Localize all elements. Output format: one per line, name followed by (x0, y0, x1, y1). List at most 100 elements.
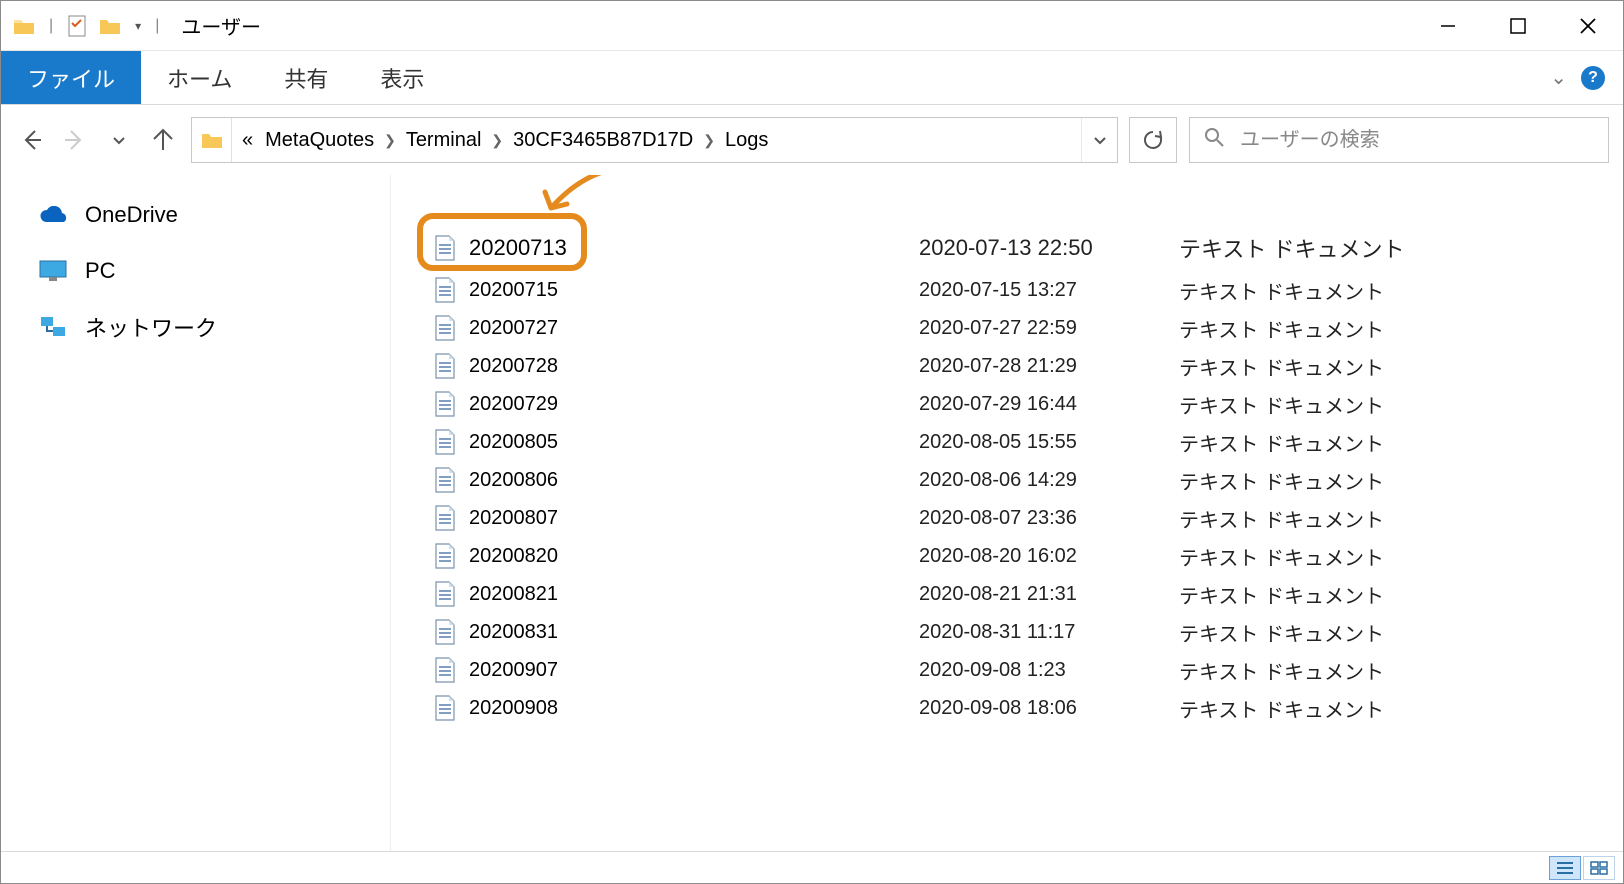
address-dropdown-icon[interactable] (1081, 118, 1117, 162)
breadcrumb-item[interactable]: 30CF3465B87D17D (513, 129, 693, 152)
titlebar: | ▾ | ユーザー (1, 1, 1623, 51)
text-document-icon (431, 580, 459, 608)
file-date: 2020-07-27 22:59 (919, 317, 1179, 340)
sidebar-item-label: ネットワーク (85, 311, 217, 343)
file-date: 2020-07-15 13:27 (919, 279, 1179, 302)
file-date: 2020-08-31 11:17 (919, 621, 1179, 644)
ribbon-tab-file[interactable]: ファイル (1, 51, 141, 104)
breadcrumb-chevron-icon[interactable]: ❯ (703, 132, 715, 149)
file-row[interactable]: 202007292020-07-29 16:44テキスト ドキュメント (431, 385, 1623, 423)
refresh-button[interactable] (1129, 117, 1177, 163)
file-name: 20200728 (469, 355, 919, 378)
pc-icon (39, 257, 67, 285)
file-row[interactable]: 202009082020-09-08 18:06テキスト ドキュメント (431, 689, 1623, 727)
ribbon-collapse-icon[interactable]: ⌄ (1550, 65, 1567, 90)
file-date: 2020-08-06 14:29 (919, 469, 1179, 492)
statusbar (1, 851, 1623, 883)
sidebar: OneDrive PC ネットワーク (1, 175, 391, 851)
file-name: 20200729 (469, 393, 919, 416)
file-row[interactable]: 202008052020-08-05 15:55テキスト ドキュメント (431, 423, 1623, 461)
ribbon-tab-file-label: ファイル (27, 62, 115, 94)
file-type: テキスト ドキュメント (1179, 542, 1384, 571)
ribbon-tab-home[interactable]: ホーム (141, 51, 258, 104)
nav-row: « MetaQuotes ❯ Terminal ❯ 30CF3465B87D17… (1, 105, 1623, 175)
file-row[interactable]: 202008202020-08-20 16:02テキスト ドキュメント (431, 537, 1623, 575)
breadcrumb-item[interactable]: Terminal (406, 129, 482, 152)
file-row[interactable]: 202008072020-08-07 23:36テキスト ドキュメント (431, 499, 1623, 537)
file-date: 2020-08-05 15:55 (919, 431, 1179, 454)
file-type: テキスト ドキュメント (1179, 428, 1384, 457)
qat-dropdown-icon[interactable]: ▾ (135, 19, 141, 33)
properties-icon[interactable] (67, 15, 89, 37)
sidebar-item-pc[interactable]: PC (1, 243, 390, 299)
file-date: 2020-07-29 16:44 (919, 393, 1179, 416)
ribbon-tab-share-label: 共有 (284, 62, 328, 94)
ribbon-tab-view[interactable]: 表示 (354, 51, 450, 104)
network-icon (39, 313, 67, 341)
file-type: テキスト ドキュメント (1179, 618, 1384, 647)
qat-separator: | (49, 17, 53, 35)
breadcrumb-item[interactable]: Logs (725, 129, 768, 152)
file-type: テキスト ドキュメント (1179, 352, 1384, 381)
text-document-icon (431, 276, 459, 304)
nav-forward-button[interactable] (59, 124, 91, 156)
window-title: ユーザー (173, 11, 261, 40)
file-date: 2020-08-21 21:31 (919, 583, 1179, 606)
text-document-icon (431, 694, 459, 722)
titlebar-separator: | (155, 17, 159, 35)
file-row[interactable]: 202007282020-07-28 21:29テキスト ドキュメント (431, 347, 1623, 385)
sidebar-item-label: OneDrive (85, 202, 178, 228)
file-row[interactable]: 202008212020-08-21 21:31テキスト ドキュメント (431, 575, 1623, 613)
text-document-icon (431, 314, 459, 342)
file-date: 2020-07-13 22:50 (919, 235, 1179, 261)
file-type: テキスト ドキュメント (1179, 232, 1404, 264)
breadcrumb: « MetaQuotes ❯ Terminal ❯ 30CF3465B87D17… (232, 129, 1081, 152)
ribbon-tab-share[interactable]: 共有 (258, 51, 354, 104)
ribbon-tab-view-label: 表示 (380, 62, 424, 94)
help-icon[interactable]: ? (1581, 66, 1605, 90)
file-type: テキスト ドキュメント (1179, 580, 1384, 609)
close-button[interactable] (1553, 1, 1623, 50)
address-bar[interactable]: « MetaQuotes ❯ Terminal ❯ 30CF3465B87D17… (191, 117, 1118, 163)
file-row[interactable]: 202007132020-07-13 22:50テキスト ドキュメント (431, 225, 1623, 271)
search-input[interactable] (1238, 128, 1594, 153)
file-row[interactable]: 202008062020-08-06 14:29テキスト ドキュメント (431, 461, 1623, 499)
file-type: テキスト ドキュメント (1179, 390, 1384, 419)
file-name: 20200908 (469, 697, 919, 720)
file-name: 20200831 (469, 621, 919, 644)
file-name: 20200805 (469, 431, 919, 454)
breadcrumb-lead-chevron[interactable]: « (242, 129, 253, 152)
details-view-button[interactable] (1549, 856, 1581, 880)
file-name: 20200715 (469, 279, 919, 302)
file-type: テキスト ドキュメント (1179, 276, 1384, 305)
file-date: 2020-07-28 21:29 (919, 355, 1179, 378)
nav-back-button[interactable] (15, 124, 47, 156)
file-row[interactable]: 202009072020-09-08 1:23テキスト ドキュメント (431, 651, 1623, 689)
sidebar-item-onedrive[interactable]: OneDrive (1, 187, 390, 243)
file-row[interactable]: 202008312020-08-31 11:17テキスト ドキュメント (431, 613, 1623, 651)
file-name: 20200807 (469, 507, 919, 530)
nav-history-dropdown[interactable] (103, 124, 135, 156)
file-row[interactable]: 202007272020-07-27 22:59テキスト ドキュメント (431, 309, 1623, 347)
file-date: 2020-09-08 1:23 (919, 659, 1179, 682)
file-name: 20200727 (469, 317, 919, 340)
minimize-button[interactable] (1413, 1, 1483, 50)
nav-up-button[interactable] (147, 124, 179, 156)
thumbnails-view-button[interactable] (1583, 856, 1615, 880)
text-document-icon (431, 428, 459, 456)
maximize-button[interactable] (1483, 1, 1553, 50)
file-name: 20200806 (469, 469, 919, 492)
breadcrumb-chevron-icon[interactable]: ❯ (491, 132, 503, 149)
address-folder-icon (192, 118, 232, 162)
sidebar-item-network[interactable]: ネットワーク (1, 299, 390, 355)
file-date: 2020-08-20 16:02 (919, 545, 1179, 568)
file-name: 20200713 (469, 235, 919, 261)
highlight-arrow (531, 175, 651, 223)
new-folder-icon[interactable] (99, 15, 121, 37)
breadcrumb-item[interactable]: MetaQuotes (265, 129, 374, 152)
breadcrumb-chevron-icon[interactable]: ❯ (384, 132, 396, 149)
file-row[interactable]: 202007152020-07-15 13:27テキスト ドキュメント (431, 271, 1623, 309)
text-document-icon (431, 466, 459, 494)
text-document-icon (431, 352, 459, 380)
search-box[interactable] (1189, 117, 1609, 163)
